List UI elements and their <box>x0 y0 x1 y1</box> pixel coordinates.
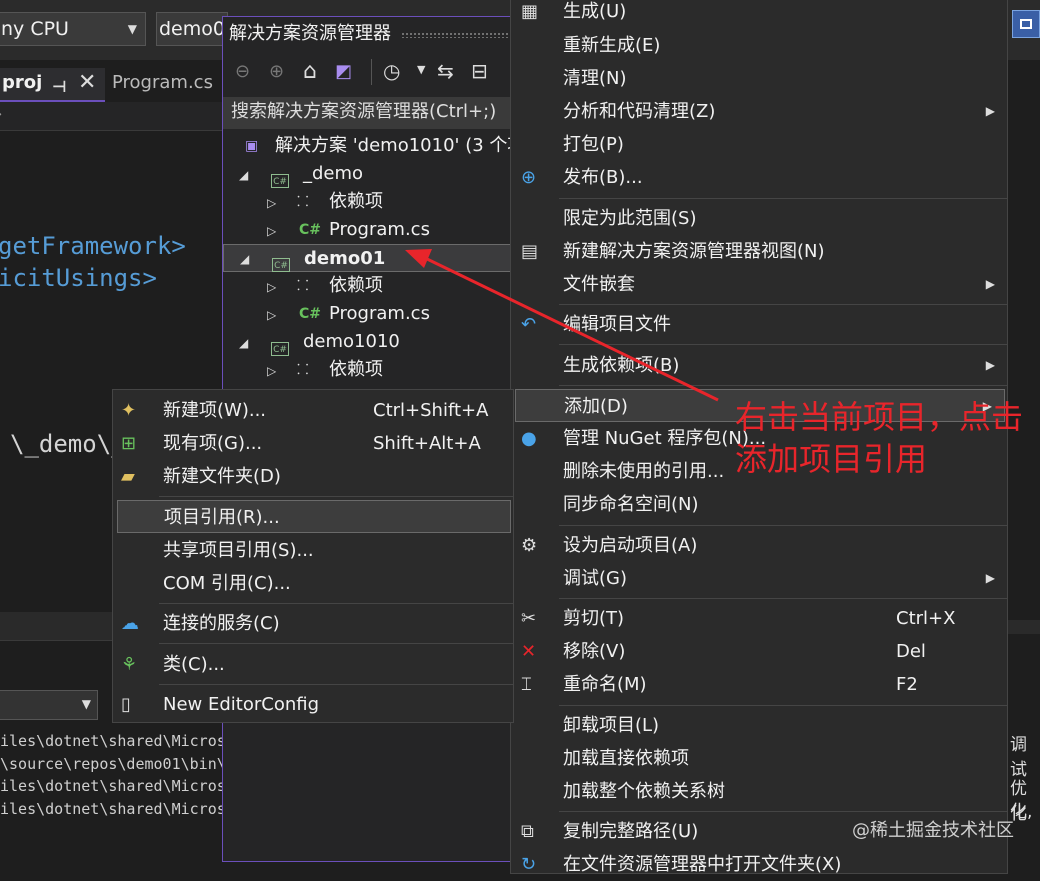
arrow-head <box>405 249 432 268</box>
arrow-line <box>424 256 719 402</box>
annotation-text-line1: 右击当前项目，点击 <box>735 398 1024 436</box>
annotation-text-line2: 添加项目引用 <box>735 440 928 478</box>
watermark: @稀土掘金技术社区 <box>852 820 1014 841</box>
